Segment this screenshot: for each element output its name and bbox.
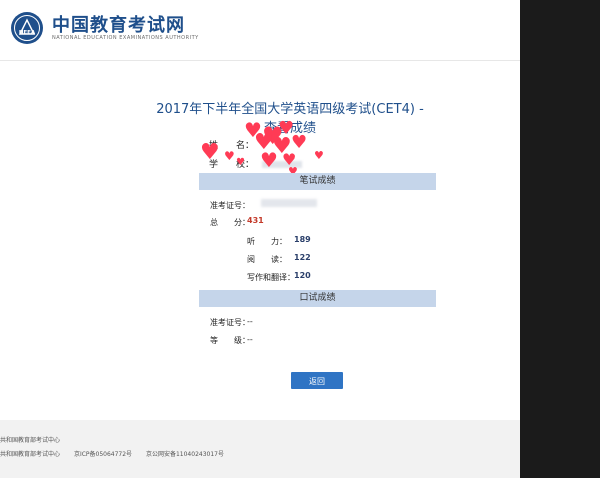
- reading-score: 122: [294, 253, 311, 262]
- total-score: 431: [247, 216, 264, 225]
- heart-icon: ♥: [260, 148, 278, 172]
- total-label: 总 分：: [210, 218, 250, 227]
- site-name[interactable]: 中国教育考试网: [52, 11, 185, 37]
- writing-label: 写作和翻译：: [247, 273, 295, 282]
- footer-icp[interactable]: 京ICP备05064772号: [74, 451, 132, 458]
- footer-org-line: 共和国教育部考试中心: [0, 437, 61, 444]
- footer-info-line: 共和国教育部考试中心 京ICP备05064772号 京公网安备110402430…: [0, 449, 224, 458]
- site-header: NEEA 中国教育考试网 NATIONAL EDUCATION EXAMINAT…: [0, 0, 520, 60]
- heart-icon: ♥: [200, 140, 220, 165]
- oral-ticket-value: --: [247, 317, 253, 326]
- listening-score: 189: [294, 235, 311, 244]
- oral-ticket-label: 准考证号：: [210, 318, 250, 327]
- heart-icon: ♥: [314, 149, 324, 162]
- heart-sticker-overlay: ♥ ♥ ♥ ♥ ♥ ♥ ♥ ♥ ♥ ♥ ♥ ♥ ♥: [196, 118, 331, 180]
- logo-text: NEEA: [19, 30, 36, 36]
- heart-icon: ♥: [236, 157, 245, 168]
- ticket-number-redacted: [261, 199, 317, 207]
- footer-police-record[interactable]: 京公网安备11040243017号: [146, 451, 224, 458]
- grade-value: --: [247, 335, 253, 344]
- grade-label: 等 级：: [210, 336, 250, 345]
- site-subtitle: NATIONAL EDUCATION EXAMINATIONS AUTHORIT…: [52, 35, 199, 41]
- footer-org: 共和国教育部考试中心: [0, 451, 61, 458]
- writing-score: 120: [294, 271, 311, 280]
- score-page: NEEA 中国教育考试网 NATIONAL EDUCATION EXAMINAT…: [0, 0, 520, 478]
- back-button[interactable]: 返回: [291, 372, 343, 389]
- neea-logo-icon: NEEA: [11, 12, 43, 44]
- dark-background-strip: [520, 0, 600, 478]
- heart-icon: ♥: [224, 149, 235, 163]
- written-section-header: 笔试成绩: [199, 173, 436, 190]
- written-ticket-label: 准考证号：: [210, 201, 250, 210]
- listening-label: 听 力：: [247, 237, 287, 246]
- oral-section-header: 口试成绩: [199, 290, 436, 307]
- header-divider: [0, 60, 520, 61]
- reading-label: 阅 读：: [247, 255, 287, 264]
